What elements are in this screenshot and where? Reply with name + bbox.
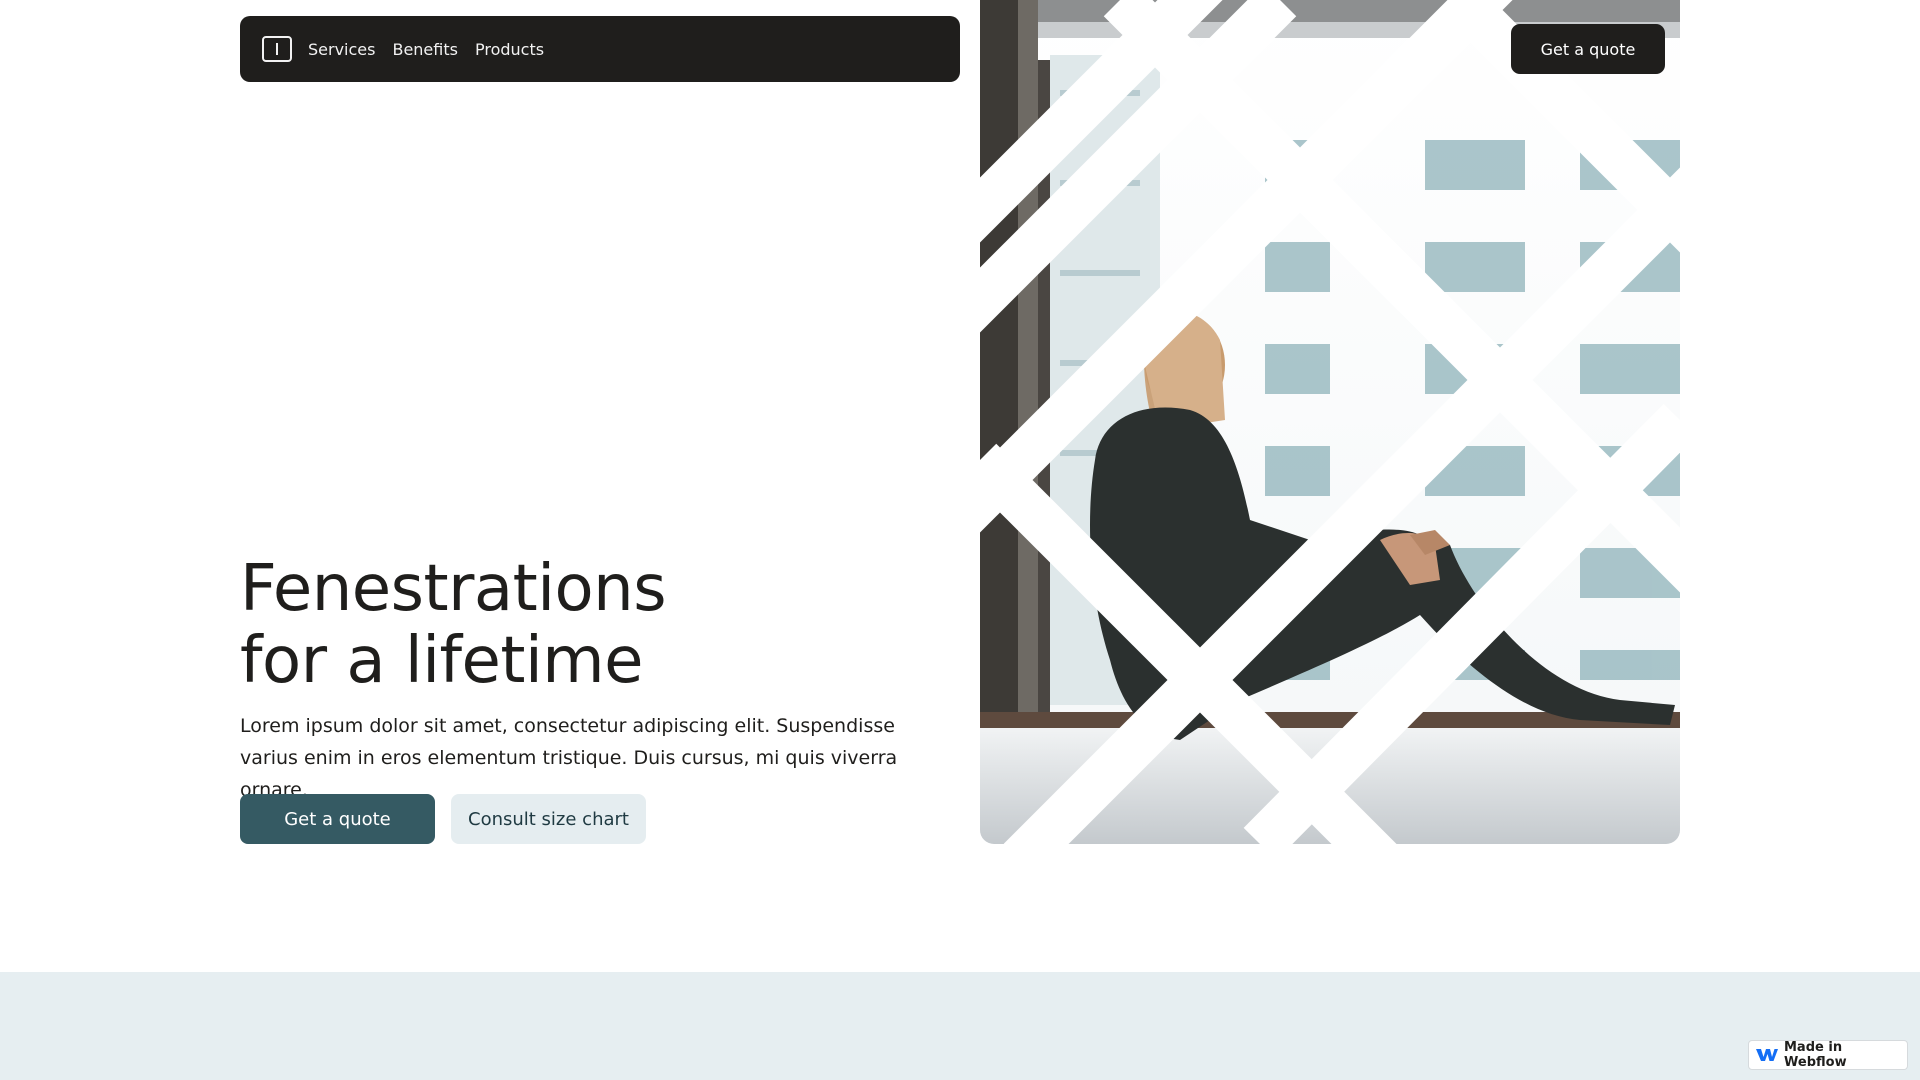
logo-icon[interactable] bbox=[262, 36, 292, 62]
made-in-webflow-label: Made in Webflow bbox=[1784, 1040, 1847, 1070]
hero-title: Fenestrations for a lifetime bbox=[240, 553, 960, 697]
woman-by-window-photo bbox=[980, 0, 1680, 844]
hero-title-line-2: for a lifetime bbox=[240, 624, 643, 698]
nav-link-products[interactable]: Products bbox=[475, 40, 544, 59]
nav-link-services[interactable]: Services bbox=[308, 40, 375, 59]
top-navbar: Services Benefits Products bbox=[240, 16, 960, 82]
consult-size-chart-button[interactable]: Consult size chart bbox=[451, 794, 646, 844]
hero-image bbox=[980, 0, 1680, 844]
page: Services Benefits Products Get a quote F… bbox=[0, 0, 1920, 1080]
hero-description: Lorem ipsum dolor sit amet, consectetur … bbox=[240, 715, 898, 801]
nav-link-benefits[interactable]: Benefits bbox=[392, 40, 458, 59]
next-section bbox=[0, 972, 1920, 1080]
get-quote-button[interactable]: Get a quote bbox=[240, 794, 435, 844]
webflow-logo-icon bbox=[1756, 1048, 1778, 1062]
header-get-quote-button[interactable]: Get a quote bbox=[1511, 24, 1665, 74]
hero-title-line-1: Fenestrations bbox=[240, 552, 667, 626]
made-in-webflow-badge[interactable]: Made in Webflow bbox=[1748, 1040, 1908, 1070]
